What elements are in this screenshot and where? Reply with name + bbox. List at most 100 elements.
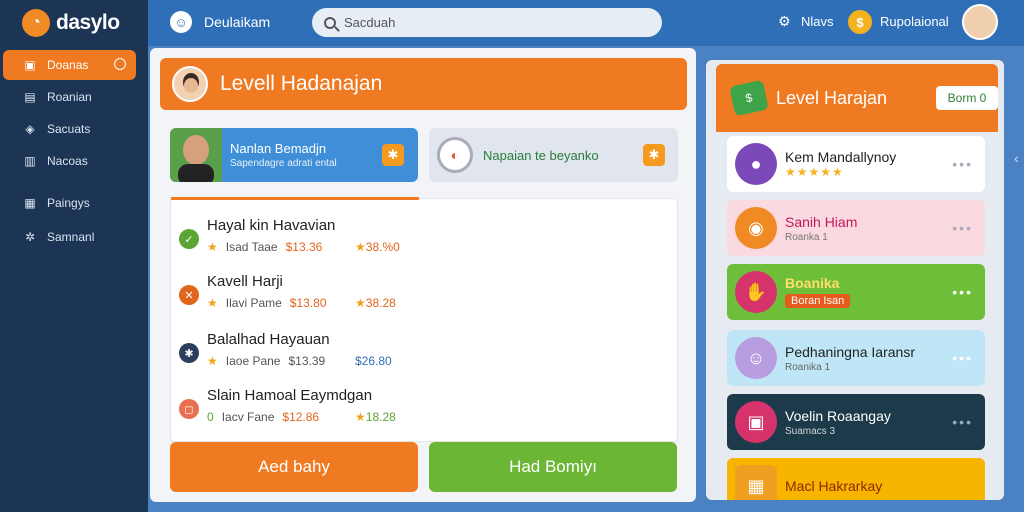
right-card[interactable]: ● Kem Mandallynoy ★★★★★ •••	[727, 136, 985, 192]
confirm-button[interactable]: Had Bomiyı	[429, 442, 677, 492]
sidebar-item-doanas[interactable]: ▣ Doanas	[3, 50, 136, 80]
home-icon: ▣	[24, 58, 36, 72]
profile-photo	[170, 128, 222, 182]
sidebar-item-roanian[interactable]: ▤ Roanian	[3, 82, 136, 112]
right-card[interactable]: ▣ Voelin Roaangay Suamacs 3 •••	[727, 394, 985, 450]
item-score: 38.%0	[365, 240, 400, 254]
sidebar-item-samnanl[interactable]: ✲ Samnanl	[3, 222, 136, 252]
more-icon[interactable]: •••	[952, 284, 973, 300]
right-card-title: Sanih Hiam	[785, 213, 858, 230]
list-item[interactable]: ✱ Balalhad Hayauan ★ Iaoe Pane $13.39 $26.…	[179, 327, 659, 371]
item-score: $26.80	[355, 354, 392, 368]
filter-icon[interactable]: ⚙	[778, 13, 791, 30]
logo[interactable]: ◔ dasylo	[0, 0, 148, 46]
top-bar: ◔ dasylo ☺ Deulaikam ⚙ Nlavs $ Rupolaion…	[0, 0, 1024, 46]
list-item[interactable]: ✕ Kavell Harji ★ Ilavi Pame $13.80 ★38.28	[179, 269, 659, 313]
search-input[interactable]	[344, 15, 644, 30]
sidebar: ▣ Doanas ▤ Roanian ◈ Sacuats ▥ Nacoas ▦ …	[0, 46, 148, 512]
right-card-subtitle: Suamacs 3	[785, 425, 836, 437]
chat-icon: ◈	[25, 122, 35, 136]
secondary-card-title: Napaian te beyanko	[483, 147, 599, 163]
right-card-subtitle: Roanika 1	[785, 361, 831, 373]
item-name: Kavell Harji	[207, 273, 283, 290]
right-card-subtitle: Roanka 1	[785, 231, 828, 243]
secondary-card[interactable]: ◐ Napaian te beyanko ✱	[429, 128, 678, 182]
game-icon: ●	[735, 143, 777, 185]
coin-icon[interactable]: $	[848, 10, 872, 34]
right-card-title: Voelin Roaangay	[785, 407, 891, 424]
star-icon: ★	[207, 296, 218, 310]
page-title: Levell Hadanajan	[220, 72, 383, 95]
list-item[interactable]: ◻ Slain Hamoal Eaymdgan 0 Iacv Fane $12.86…	[179, 383, 659, 427]
crate-icon: ▦	[735, 465, 777, 500]
chevron-left-icon[interactable]: ‹	[1014, 150, 1019, 166]
check-icon: ✓	[179, 229, 199, 249]
featured-card[interactable]: Nanlan Bemadjn Sapendagre adrati ental ✱	[170, 128, 418, 182]
item-price: $12.86	[282, 410, 320, 424]
item-meta: Iaoe Pane	[225, 354, 281, 368]
item-price: $13.39	[288, 354, 326, 368]
profile-label[interactable]: Rupolaional	[880, 14, 949, 29]
food-icon: ◉	[735, 207, 777, 249]
square-icon: ◻	[179, 399, 199, 419]
right-card[interactable]: ◉ Sanih Hiam Roanka 1 •••	[727, 200, 985, 256]
asterisk-icon: ✱	[179, 343, 199, 363]
sidebar-item-label: Samnanl	[47, 230, 95, 244]
right-card-title: Boanika	[785, 275, 840, 291]
active-tab-indicator	[171, 197, 419, 200]
close-icon: ✕	[179, 285, 199, 305]
right-card[interactable]: ✋ Boanika Boran Isan •••	[727, 264, 985, 320]
header-action-button[interactable]: Borm 0	[936, 86, 998, 110]
star-badge-icon[interactable]: ✱	[643, 144, 665, 166]
item-price: $13.36	[285, 240, 323, 254]
featured-card-subtitle: Sapendagre adrati ental	[230, 158, 337, 169]
search-icon	[324, 16, 336, 29]
right-card[interactable]: ▦ Macl Hakrarkay	[727, 458, 985, 500]
sidebar-item-nacoas[interactable]: ▥ Nacoas	[3, 146, 136, 176]
featured-card-title: Nanlan Bemadjn	[230, 141, 327, 156]
gear-icon: ✲	[24, 230, 36, 244]
chevron-icon	[114, 58, 126, 70]
item-meta: Ilavi Pame	[225, 296, 282, 310]
app-title: Deulaikam	[204, 14, 271, 30]
item-name: Slain Hamoal Eaymdgan	[207, 387, 373, 404]
sidebar-item-label: Sacuats	[47, 122, 91, 136]
sidebar-item-sacuats[interactable]: ◈ Sacuats	[3, 114, 136, 144]
logo-icon: ◔	[22, 9, 50, 37]
folder-icon: ▦	[24, 196, 36, 210]
right-panel-header: $ Level Harajan Borm 0	[716, 64, 998, 132]
menu-label[interactable]: Nlavs	[801, 14, 834, 29]
item-name: Hayal kin Havavian	[207, 217, 336, 234]
list-item[interactable]: ✓ Hayal kin Havavian ★ Isad Taae $13.36 ★3…	[179, 213, 659, 257]
hand-icon: ✋	[735, 271, 777, 313]
more-icon[interactable]: •••	[952, 350, 973, 366]
more-icon[interactable]: •••	[952, 414, 973, 430]
more-icon[interactable]: •••	[952, 220, 973, 236]
star-icon: ★	[355, 296, 366, 310]
gauge-icon: ◐	[437, 137, 473, 173]
panel-header: Levell Hadanajan	[160, 58, 687, 110]
more-icon[interactable]: •••	[952, 156, 973, 172]
rating-stars: ★★★★★	[785, 165, 844, 179]
badge-icon: 0	[207, 410, 214, 424]
box-icon: ▣	[735, 401, 777, 443]
right-panel: $ Level Harajan Borm 0 ● Kem Mandallynoy…	[706, 60, 1004, 500]
cash-icon: $	[729, 79, 769, 117]
star-icon: ★	[207, 240, 218, 254]
app-icon[interactable]: ☺	[170, 11, 192, 33]
right-card[interactable]: ☺ Pedhaningna Iaransr Roanika 1 •••	[727, 330, 985, 386]
add-button[interactable]: Aed bahy	[170, 442, 418, 492]
star-icon: ★	[207, 354, 218, 368]
user-avatar[interactable]	[962, 4, 998, 40]
star-badge-icon[interactable]: ✱	[382, 144, 404, 166]
item-score: 38.28	[365, 296, 396, 310]
item-name: Balalhad Hayauan	[207, 331, 330, 348]
avatar[interactable]	[172, 66, 208, 102]
main-panel: Levell Hadanajan Nanlan Bemadjn Sapendag…	[150, 48, 696, 502]
right-panel-title: Level Harajan	[776, 87, 888, 108]
sidebar-item-paingys[interactable]: ▦ Paingys	[3, 188, 136, 218]
sidebar-item-label: Doanas	[47, 58, 89, 72]
right-card-title: Pedhaningna Iaransr	[785, 343, 915, 360]
item-price: $13.80	[289, 296, 327, 310]
search-bar[interactable]	[312, 8, 662, 37]
